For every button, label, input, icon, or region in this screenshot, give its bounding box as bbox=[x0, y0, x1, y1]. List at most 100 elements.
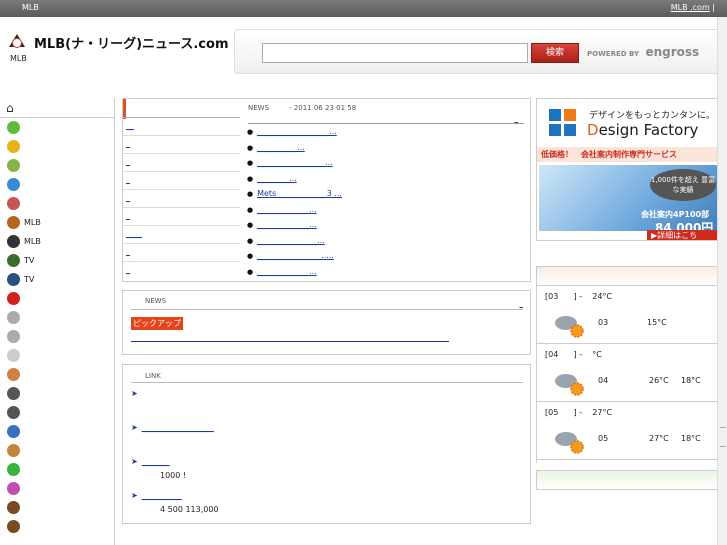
weather-header bbox=[536, 266, 727, 286]
nav-item[interactable] bbox=[0, 384, 114, 403]
nav-item-label: MLB bbox=[24, 218, 41, 227]
nav-item[interactable] bbox=[0, 289, 114, 308]
nav-item[interactable] bbox=[0, 327, 114, 346]
scrollbar[interactable] bbox=[717, 17, 727, 545]
nav-category-icon bbox=[7, 216, 20, 229]
nav-category-icon bbox=[7, 387, 20, 400]
nav-item[interactable] bbox=[0, 422, 114, 441]
news-link[interactable]: _____________... bbox=[257, 267, 317, 276]
weather-low: 15°C bbox=[647, 318, 667, 327]
nav-item[interactable] bbox=[0, 479, 114, 498]
news-link[interactable]: _______________... bbox=[257, 236, 325, 245]
sun-cloud-icon bbox=[555, 374, 584, 396]
nav-item[interactable] bbox=[0, 194, 114, 213]
news-link[interactable]: ________________..... bbox=[257, 251, 334, 260]
top-right-links: MLB .com | bbox=[671, 3, 715, 12]
nav-item[interactable]: TV bbox=[0, 251, 114, 270]
news-link[interactable]: _________________... bbox=[257, 158, 333, 167]
category-tab: _ bbox=[123, 189, 240, 207]
nav-home[interactable]: ⌂ bbox=[0, 98, 114, 118]
ad-detail-button[interactable]: ▶詳細はこち bbox=[647, 230, 726, 240]
link-row: ➤ __________ bbox=[131, 491, 182, 500]
nav-item[interactable] bbox=[0, 118, 114, 137]
category-tab-link[interactable]: _ bbox=[126, 139, 130, 148]
category-tab-link[interactable]: __ bbox=[126, 121, 134, 130]
nav-category-icon bbox=[7, 444, 20, 457]
category-tab-link[interactable]: _ bbox=[126, 265, 130, 274]
search-input[interactable] bbox=[262, 43, 528, 63]
external-link[interactable]: __________________ bbox=[142, 423, 214, 432]
arrow-icon: ➤ bbox=[131, 491, 138, 500]
nav-item[interactable] bbox=[0, 346, 114, 365]
news-link[interactable]: Mets ____________3 ... bbox=[257, 189, 342, 198]
engross-logo[interactable]: engross bbox=[645, 45, 699, 59]
news-item: __________... bbox=[247, 143, 342, 159]
weather-day: [04 ] - °C 04 26°C 18°C bbox=[537, 344, 727, 402]
search-button[interactable]: 検索 bbox=[531, 43, 579, 63]
nav-item[interactable] bbox=[0, 403, 114, 422]
nav-category-icon bbox=[7, 501, 20, 514]
nav-item[interactable] bbox=[0, 441, 114, 460]
nav-items: MLB MLB TV TV bbox=[0, 118, 114, 536]
pickup-link[interactable]: ________________________________________… bbox=[131, 333, 449, 342]
nav-category-icon bbox=[7, 121, 20, 134]
pickup-more-link[interactable]: _ bbox=[520, 300, 524, 308]
nav-category-icon bbox=[7, 273, 20, 286]
news-link[interactable]: _____________... bbox=[257, 205, 317, 214]
category-tab-link[interactable]: _ bbox=[126, 175, 130, 184]
news-item: _____________... bbox=[247, 205, 342, 221]
nav-item[interactable] bbox=[0, 460, 114, 479]
weather-low: 18°C bbox=[681, 434, 701, 443]
pickup-panel: NEWS _ ピックアップ __________________________… bbox=[122, 290, 531, 355]
top-site-link[interactable]: MLB .com bbox=[671, 3, 710, 12]
scrollbar-grip[interactable] bbox=[720, 427, 726, 447]
powered-by-label: POWERED BY bbox=[587, 50, 640, 58]
design-factory-ad[interactable]: デザインをもっとカンタンに。 Design Factory 低価格！ 会社案内制… bbox=[536, 98, 727, 241]
link-row: ➤ __________________ bbox=[131, 423, 214, 432]
category-tab: _ bbox=[123, 153, 240, 171]
nav-item[interactable] bbox=[0, 517, 114, 536]
category-tab-link[interactable]: _ bbox=[126, 247, 130, 256]
news-item: __________________... bbox=[247, 127, 342, 143]
category-tab: _ bbox=[123, 207, 240, 225]
nav-item[interactable] bbox=[0, 156, 114, 175]
category-tab: __ bbox=[123, 117, 240, 135]
news-link[interactable]: __________________... bbox=[257, 127, 337, 136]
news-link[interactable]: _____________... bbox=[257, 220, 317, 229]
nav-item-label: MLB bbox=[24, 237, 41, 246]
nav-item[interactable] bbox=[0, 498, 114, 517]
news-item: ________________..... bbox=[247, 251, 342, 267]
nav-item[interactable] bbox=[0, 175, 114, 194]
category-tab-link[interactable]: ____ bbox=[126, 229, 142, 238]
link-description: 4 500 113,000 bbox=[160, 505, 219, 514]
external-link[interactable]: _______ bbox=[142, 457, 170, 466]
category-tab-link[interactable]: _ bbox=[126, 211, 130, 220]
nav-item[interactable]: MLB bbox=[0, 213, 114, 232]
nav-item[interactable] bbox=[0, 308, 114, 327]
nav-item[interactable] bbox=[0, 137, 114, 156]
weather-date: 03 bbox=[598, 318, 609, 327]
arrow-icon: ➤ bbox=[131, 423, 138, 432]
category-tab: _ bbox=[123, 135, 240, 153]
nav-item[interactable]: TV bbox=[0, 270, 114, 289]
category-tab-link[interactable]: _ bbox=[126, 193, 130, 202]
news-link[interactable]: __________... bbox=[257, 143, 305, 152]
nav-item[interactable] bbox=[0, 365, 114, 384]
nav-category-icon bbox=[7, 292, 20, 305]
news-label: NEWS bbox=[248, 104, 270, 112]
nav-item-label: TV bbox=[24, 275, 35, 284]
news-item: _____________... bbox=[247, 267, 342, 283]
category-tab-link[interactable]: _ bbox=[126, 157, 130, 166]
arrow-icon: ➤ bbox=[131, 457, 138, 466]
news-link[interactable]: ________... bbox=[257, 174, 297, 183]
weather-date: 04 bbox=[598, 376, 609, 385]
powered-by: POWERED BY engross bbox=[587, 45, 699, 59]
nav-category-icon bbox=[7, 330, 20, 343]
category-tab: ____ bbox=[123, 225, 240, 243]
site-logo[interactable]: MLB(ナ・リーグ)ニュース.com bbox=[6, 31, 228, 53]
nav-item[interactable]: MLB bbox=[0, 232, 114, 251]
news-more-link[interactable]: _ bbox=[515, 115, 519, 123]
external-link[interactable]: __________ bbox=[142, 491, 182, 500]
nav-category-icon bbox=[7, 140, 20, 153]
category-tabs: __ _ _ _ _ _ ____ _ _ bbox=[123, 117, 240, 279]
